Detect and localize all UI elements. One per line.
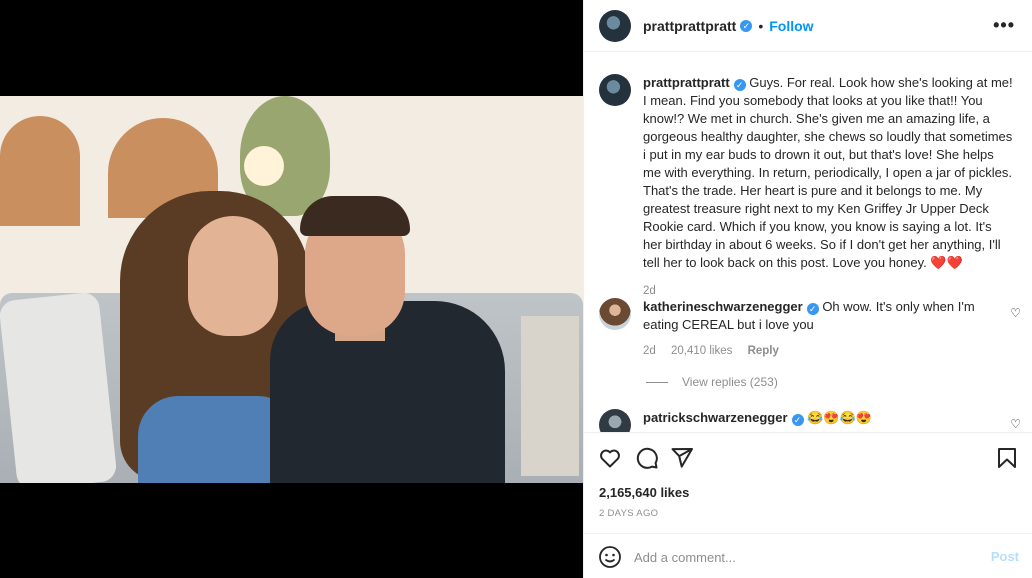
comments-section[interactable]: prattprattpratt ✓ Guys. For real. Look ho… [584, 52, 1032, 433]
comment-age[interactable]: 2d [643, 345, 656, 357]
comment-body: katherineschwarzenegger ✓ Oh wow. It's on… [643, 298, 998, 360]
verified-icon: ✓ [733, 79, 746, 91]
caption-age[interactable]: 2d [643, 285, 656, 297]
photo-throw [521, 316, 579, 476]
heart-icon[interactable] [598, 446, 622, 470]
caption-body: prattprattpratt ✓ Guys. For real. Look ho… [643, 74, 1013, 300]
more-icon[interactable]: ••• [993, 15, 1015, 36]
commenter-avatar[interactable] [599, 298, 631, 330]
author-avatar[interactable] [599, 9, 631, 42]
author-username[interactable]: prattprattpratt [643, 18, 736, 34]
add-comment-bar: Post [584, 533, 1032, 578]
comment-icon[interactable] [635, 446, 659, 470]
caption-username[interactable]: prattprattpratt [643, 75, 730, 90]
reply-button[interactable]: Reply [748, 345, 779, 357]
comment-text: 😂😍😂😍 [807, 410, 872, 425]
verified-icon: ✓ [740, 19, 753, 32]
replies-divider [646, 382, 668, 384]
photo-woman-face [188, 216, 278, 336]
comment-meta: 2d 20,410 likes Reply [643, 342, 998, 360]
caption: prattprattpratt ✓ Guys. For real. Look ho… [599, 74, 1019, 300]
caption-emoji: ❤️❤️ [930, 255, 963, 270]
comment-input[interactable] [634, 546, 964, 568]
smiley-icon[interactable] [598, 545, 622, 569]
post-photo[interactable] [0, 96, 583, 483]
comment-username[interactable]: patrickschwarzenegger [643, 410, 788, 425]
share-icon[interactable] [670, 446, 694, 470]
action-bar [584, 434, 1032, 482]
comment-likes[interactable]: 20,410 likes [671, 345, 732, 357]
separator-dot: • [758, 17, 764, 34]
verified-icon: ✓ [791, 414, 804, 426]
comment-username[interactable]: katherineschwarzenegger [643, 299, 803, 314]
photo-man-hair [300, 196, 410, 236]
view-replies-label: View replies (253) [682, 375, 778, 389]
commenter-avatar[interactable] [599, 409, 631, 432]
photo-pillow [0, 291, 118, 483]
bookmark-icon[interactable] [995, 446, 1019, 470]
photo-lamp [244, 146, 284, 186]
photo-man-body [270, 301, 505, 483]
caption-text: Guys. For real. Look how she's looking a… [643, 75, 1013, 270]
comment-item: katherineschwarzenegger ✓ Oh wow. It's on… [599, 298, 1019, 360]
likes-count[interactable]: 2,165,640 likes [599, 485, 689, 500]
post-button[interactable]: Post [991, 549, 1019, 564]
post-media [0, 0, 583, 578]
follow-button[interactable]: Follow [769, 18, 813, 34]
verified-icon: ✓ [806, 303, 819, 315]
like-comment-heart-icon[interactable]: ♡ [1010, 417, 1021, 431]
comment-body: patrickschwarzenegger ✓ 😂😍😂😍 [643, 409, 1013, 432]
like-comment-heart-icon[interactable]: ♡ [1010, 306, 1021, 320]
caption-avatar[interactable] [599, 74, 631, 106]
view-replies-button[interactable]: View replies (253) [646, 375, 778, 389]
post-header: prattprattpratt ✓ • Follow ••• [584, 0, 1032, 52]
photo-arch [0, 116, 80, 226]
posted-date[interactable]: 2 DAYS AGO [599, 508, 658, 519]
comment-item: patrickschwarzenegger ✓ 😂😍😂😍 [599, 409, 1019, 432]
post-panel: prattprattpratt ✓ • Follow ••• prattprat… [583, 0, 1032, 578]
